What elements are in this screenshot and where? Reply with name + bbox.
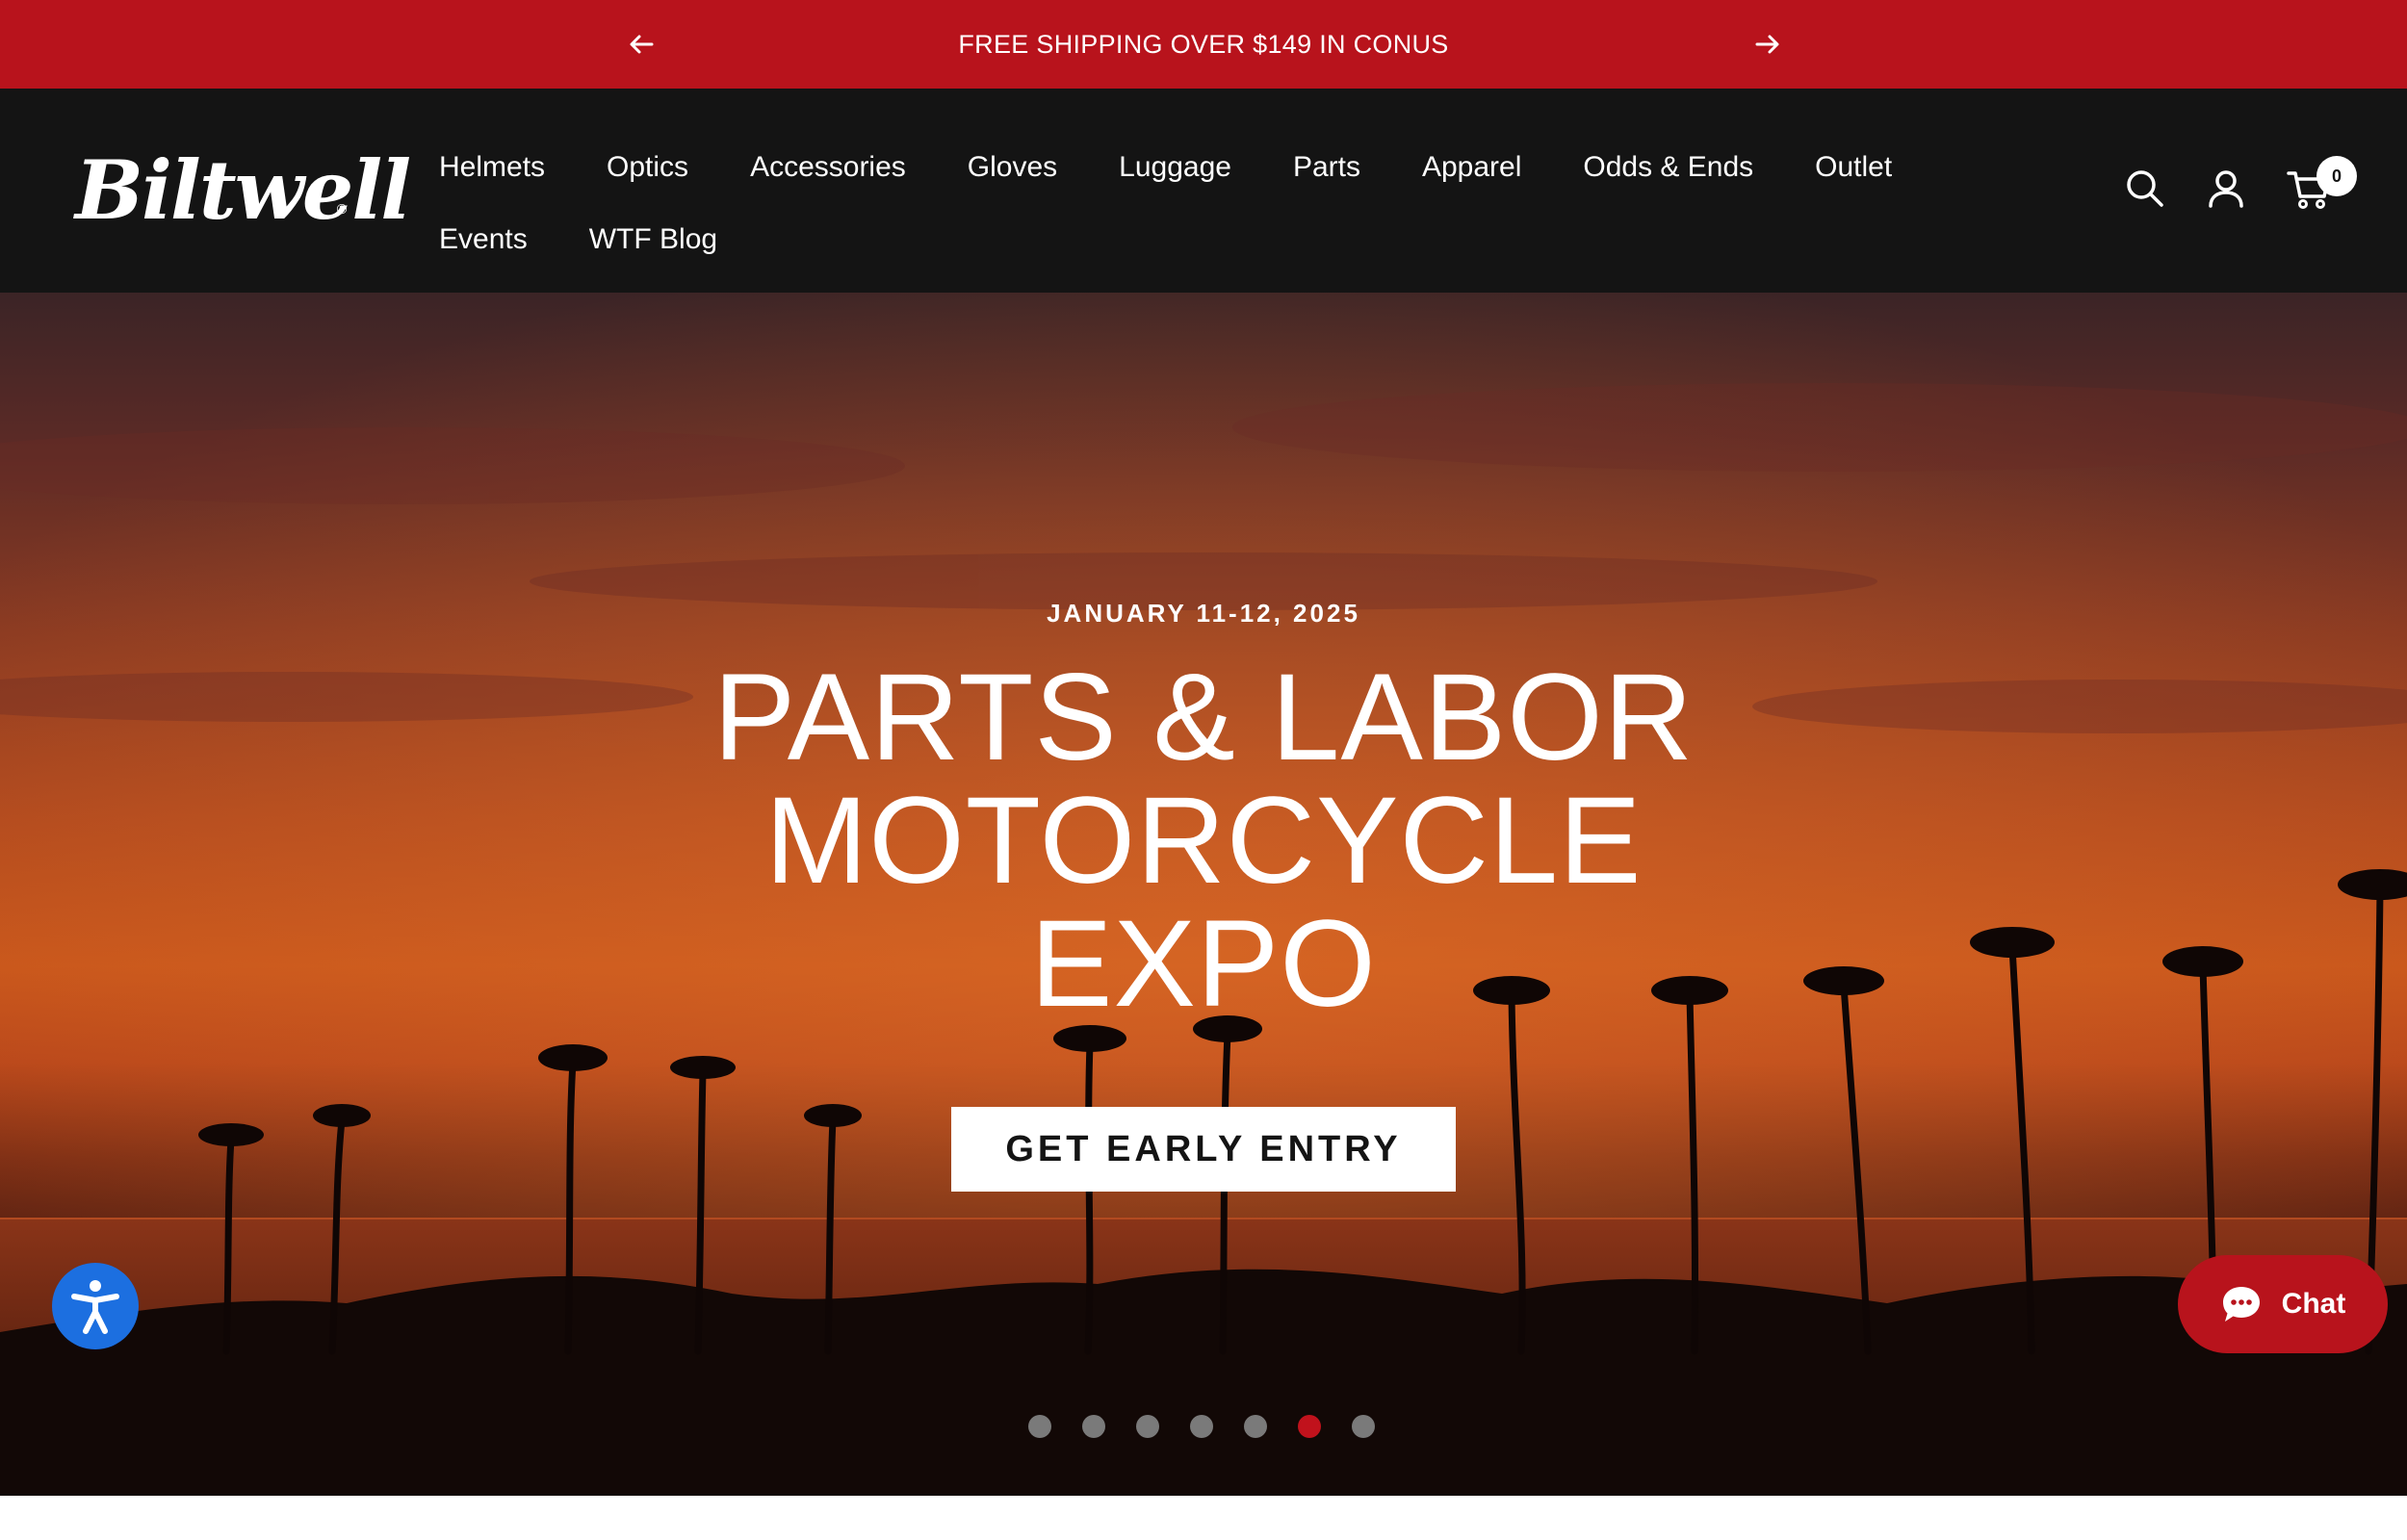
- nav-row-1: Helmets Optics Accessories Gloves Luggag…: [439, 131, 1980, 203]
- nav-item-wtf-blog[interactable]: WTF Blog: [589, 223, 717, 256]
- nav-item-events[interactable]: Events: [439, 223, 528, 256]
- hero-title-line: MOTORCYCLE: [764, 772, 1643, 910]
- slide-dot-active[interactable]: [1298, 1415, 1321, 1438]
- get-early-entry-button[interactable]: GET EARLY ENTRY: [951, 1107, 1456, 1192]
- announcement-next-button[interactable]: [1752, 29, 1783, 60]
- accessibility-icon: [71, 1280, 119, 1334]
- nav-item-apparel[interactable]: Apparel: [1422, 151, 1521, 184]
- announcement-bar: FREE SHIPPING OVER $149 IN CONUS: [0, 0, 2407, 89]
- hero-title: PARTS & LABOR MOTORCYCLE EXPO: [0, 656, 2407, 1026]
- nav-item-luggage[interactable]: Luggage: [1119, 151, 1231, 184]
- nav-item-accessories[interactable]: Accessories: [750, 151, 906, 184]
- slide-dot[interactable]: [1190, 1415, 1213, 1438]
- main-nav: Helmets Optics Accessories Gloves Luggag…: [439, 131, 1980, 275]
- search-icon: [2127, 170, 2163, 207]
- chat-bubble-icon: [2222, 1287, 2260, 1322]
- nav-item-odds-and-ends[interactable]: Odds & Ends: [1583, 151, 1753, 184]
- search-button[interactable]: [2122, 166, 2168, 212]
- logo[interactable]: Biltwell ®: [75, 142, 411, 239]
- account-icon: [2209, 170, 2243, 208]
- chat-button[interactable]: Chat: [2178, 1255, 2388, 1353]
- hero-banner[interactable]: JANUARY 11-12, 2025 PARTS & LABOR MOTORC…: [0, 293, 2407, 1496]
- nav-item-optics[interactable]: Optics: [607, 151, 688, 184]
- nav-item-outlet[interactable]: Outlet: [1815, 151, 1892, 184]
- nav-item-helmets[interactable]: Helmets: [439, 151, 545, 184]
- hero-title-line: EXPO: [1030, 895, 1377, 1033]
- logo-text: Biltwell: [75, 142, 411, 238]
- slide-dot[interactable]: [1136, 1415, 1159, 1438]
- slide-dot[interactable]: [1028, 1415, 1051, 1438]
- nav-item-gloves[interactable]: Gloves: [968, 151, 1057, 184]
- site-header: Biltwell ® Helmets Optics Accessories Gl…: [0, 89, 2407, 293]
- slide-dot[interactable]: [1352, 1415, 1375, 1438]
- hero-eyebrow-date: JANUARY 11-12, 2025: [1047, 599, 1360, 628]
- accessibility-button[interactable]: [52, 1263, 139, 1349]
- slideshow-pagination: [1028, 1415, 1375, 1438]
- chat-label: Chat: [2281, 1288, 2346, 1320]
- nav-row-2: Events WTF Blog: [439, 203, 1980, 275]
- cart-count-badge: 0: [2316, 156, 2357, 196]
- registered-mark: ®: [335, 202, 349, 218]
- account-button[interactable]: [2203, 166, 2249, 212]
- arrow-right-icon: [1755, 35, 1779, 54]
- nav-item-parts[interactable]: Parts: [1293, 151, 1360, 184]
- page-bottom-strip: [0, 1496, 2407, 1540]
- slide-dot[interactable]: [1244, 1415, 1267, 1438]
- announcement-text: FREE SHIPPING OVER $149 IN CONUS: [958, 30, 1449, 59]
- hero-title-line: PARTS & LABOR: [712, 649, 1695, 786]
- slide-dot[interactable]: [1082, 1415, 1105, 1438]
